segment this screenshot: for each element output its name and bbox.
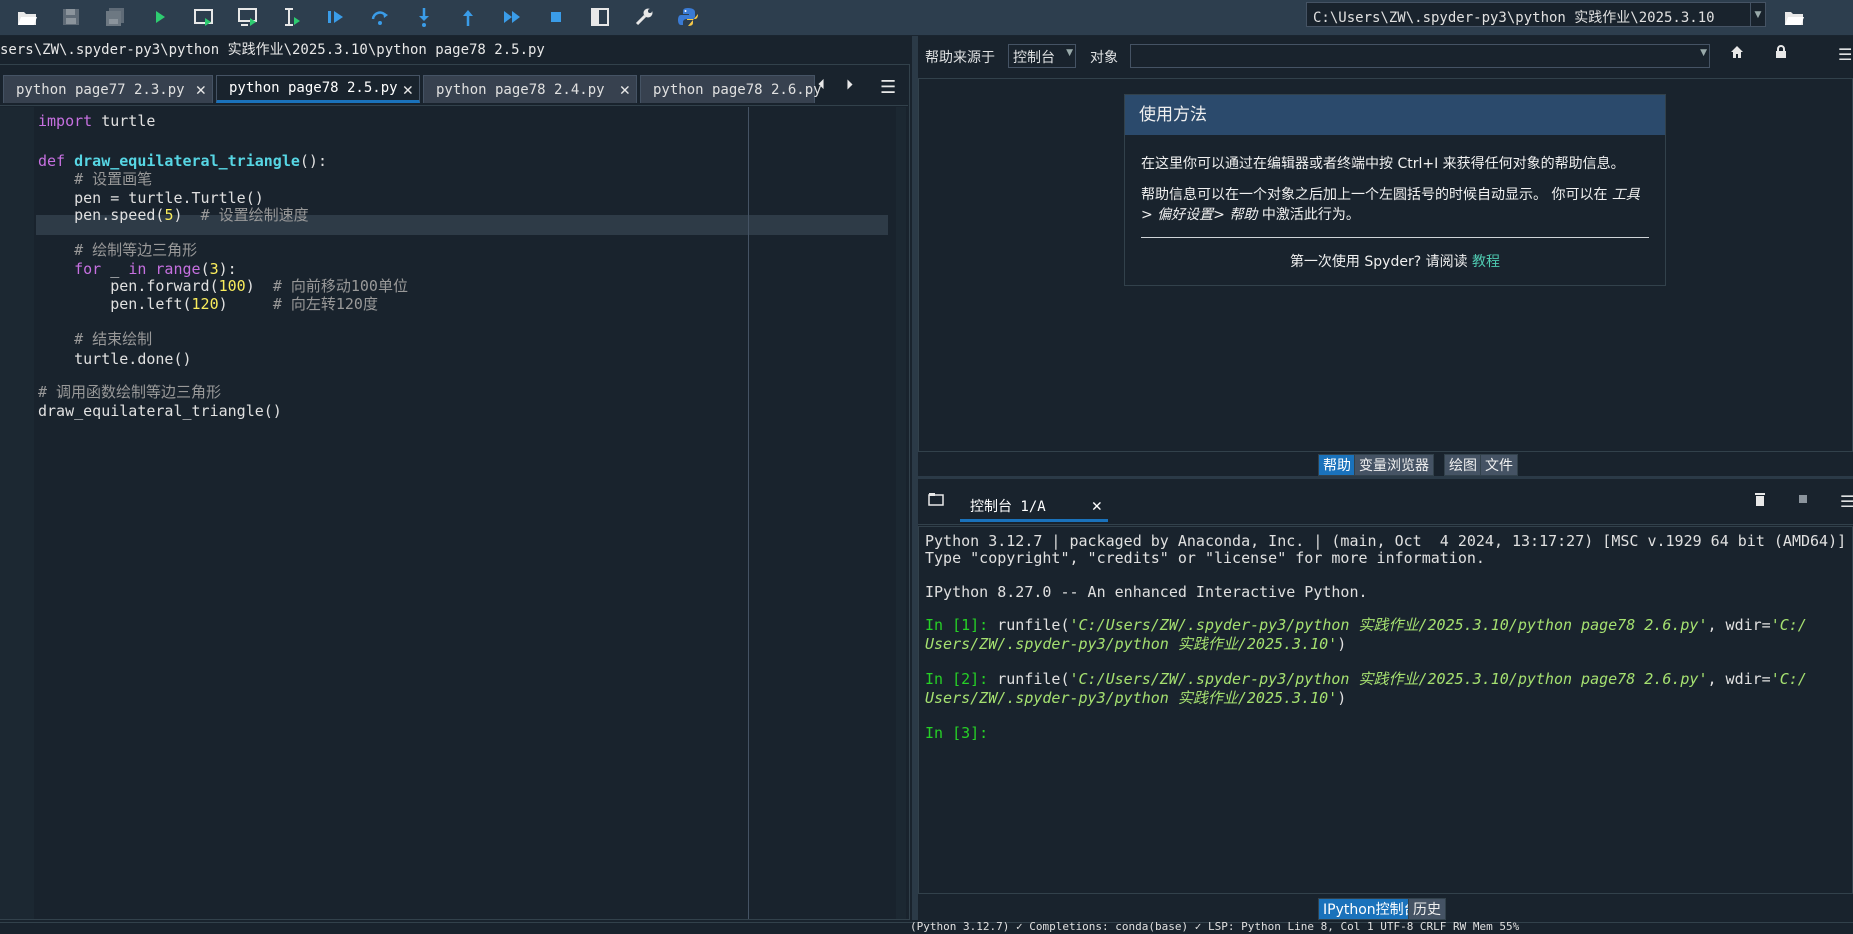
code-line: pen.left(120) # 向左转120度 bbox=[38, 295, 378, 313]
code-line: def draw_equilateral_triangle(): bbox=[38, 152, 327, 170]
console-line: Users/ZW/.spyder-py3/python 实践作业/2025.3.… bbox=[925, 689, 1347, 707]
help-content: 使用方法 在这里你可以通过在编辑器或者终端中按 Ctrl+I 来获得任何对象的帮… bbox=[918, 78, 1853, 452]
help-card-paragraph: 帮助信息可以在一个对象之后加上一个左圆括号的时候自动显示。 你可以在 工具> 偏… bbox=[1141, 187, 1640, 223]
stop-icon[interactable] bbox=[1798, 492, 1808, 508]
help-source-select[interactable]: 控制台 ▼ bbox=[1008, 44, 1076, 68]
python-path-icon[interactable] bbox=[674, 4, 702, 30]
maximize-pane-icon[interactable] bbox=[586, 4, 614, 30]
options-menu-icon[interactable]: ☰ bbox=[1838, 45, 1852, 64]
editor-pane: python page77 2.3.py ✕ python page78 2.5… bbox=[0, 64, 910, 920]
tab-menu-icon[interactable]: ☰ bbox=[880, 77, 896, 98]
tab-scroll-right-icon[interactable]: ⏵ bbox=[846, 77, 853, 93]
help-pane-tabs: 帮助 变量浏览器 绘图 文件 bbox=[918, 454, 1853, 476]
editor-tab[interactable]: python page77 2.3.py ✕ bbox=[3, 75, 213, 103]
main-toolbar: C:\Users\ZW\.spyder-py3\python 实践作业\2025… bbox=[0, 0, 1853, 36]
editor-tab-label: python page77 2.3.py bbox=[16, 81, 185, 98]
chevron-down-icon[interactable]: ▼ bbox=[1750, 3, 1765, 26]
console-line: In [1]: runfile('C:/Users/ZW/.spyder-py3… bbox=[925, 616, 1807, 634]
console-prompt-line: In [3]: bbox=[925, 724, 989, 742]
close-icon[interactable]: ✕ bbox=[620, 80, 630, 100]
browse-folder-icon[interactable] bbox=[1780, 4, 1808, 30]
trash-icon[interactable] bbox=[1754, 492, 1766, 510]
help-usage-card: 使用方法 在这里你可以通过在编辑器或者终端中按 Ctrl+I 来获得任何对象的帮… bbox=[1124, 94, 1666, 286]
code-line: import turtle bbox=[38, 112, 156, 130]
editor-tab-label: python page78 2.6.py bbox=[653, 81, 822, 98]
console-tab-label: 控制台 1/A bbox=[970, 498, 1046, 515]
code-line: pen.speed(5) # 设置绘制速度 bbox=[38, 206, 309, 224]
run-cell-advance-icon[interactable] bbox=[234, 4, 262, 30]
status-bar: (Python 3.12.7) ✓ Completions: conda(bas… bbox=[0, 920, 1853, 934]
chevron-down-icon: ▼ bbox=[1066, 48, 1073, 58]
help-source-label: 帮助来源于 bbox=[925, 50, 995, 66]
continue-icon[interactable] bbox=[498, 4, 526, 30]
lock-icon[interactable] bbox=[1774, 45, 1788, 63]
help-pane: 帮助来源于 控制台 ▼ 对象 ▼ ☰ 使用方法 在这里你可以通过在编辑器或者终端… bbox=[918, 36, 1853, 476]
help-object-label: 对象 bbox=[1090, 50, 1118, 66]
code-line: pen.forward(100) # 向前移动100单位 bbox=[38, 277, 408, 295]
open-file-icon[interactable] bbox=[13, 4, 41, 30]
console-pane-tabs: IPython控制台 历史 bbox=[918, 898, 1853, 920]
run-cell-icon[interactable] bbox=[190, 4, 218, 30]
editor-tabbar: python page77 2.3.py ✕ python page78 2.5… bbox=[0, 65, 908, 106]
code-line: # 绘制等边三角形 bbox=[38, 241, 198, 259]
tab-plots[interactable]: 绘图 bbox=[1444, 454, 1482, 476]
console-line: Type "copyright", "credits" or "license"… bbox=[925, 549, 1485, 567]
code-line: # 结束绘制 bbox=[38, 330, 153, 348]
editor-tab-label: python page78 2.4.py bbox=[436, 81, 605, 98]
step-return-icon[interactable] bbox=[454, 4, 482, 30]
close-icon[interactable]: ✕ bbox=[1092, 496, 1102, 516]
code-line: # 设置画笔 bbox=[38, 170, 153, 188]
console-tab[interactable]: 控制台 1/A ✕ bbox=[960, 492, 1108, 522]
tutorial-link[interactable]: 教程 bbox=[1472, 254, 1500, 270]
console-header: 控制台 1/A ✕ ☰ bbox=[918, 478, 1853, 525]
divider bbox=[1141, 237, 1649, 238]
tab-ipython-console[interactable]: IPython控制台 bbox=[1318, 898, 1423, 920]
working-directory-text: C:\Users\ZW\.spyder-py3\python 实践作业\2025… bbox=[1313, 10, 1715, 26]
help-object-input[interactable]: ▼ bbox=[1130, 44, 1710, 68]
close-icon[interactable]: ✕ bbox=[403, 80, 413, 100]
help-card-footer: 第一次使用 Spyder? 请阅读 教程 bbox=[1289, 254, 1501, 270]
help-card-paragraph: 在这里你可以通过在编辑器或者终端中按 Ctrl+I 来获得任何对象的帮助信息。 bbox=[1141, 156, 1625, 172]
step-icon[interactable] bbox=[366, 4, 394, 30]
editor-scrollbar[interactable] bbox=[896, 107, 906, 919]
editor-tab-label: python page78 2.5.py bbox=[229, 80, 398, 96]
help-card-title: 使用方法 bbox=[1125, 95, 1665, 135]
code-editor[interactable]: import turtle def draw_equilateral_trian… bbox=[38, 111, 908, 911]
chevron-down-icon[interactable]: ▼ bbox=[1700, 48, 1707, 58]
editor-tab-active[interactable]: python page78 2.5.py ✕ bbox=[216, 75, 420, 103]
code-line: # 调用函数绘制等边三角形 bbox=[38, 383, 222, 401]
tab-help[interactable]: 帮助 bbox=[1318, 454, 1356, 476]
ipython-console-output[interactable]: Python 3.12.7 | packaged by Anaconda, In… bbox=[918, 526, 1853, 894]
home-icon[interactable] bbox=[1730, 45, 1744, 63]
help-header: 帮助来源于 控制台 ▼ 对象 ▼ ☰ bbox=[918, 36, 1853, 76]
line-number-gutter bbox=[0, 107, 34, 919]
tab-files[interactable]: 文件 bbox=[1480, 454, 1518, 476]
console-line: IPython 8.27.0 -- An enhanced Interactiv… bbox=[925, 583, 1368, 601]
save-all-icon[interactable] bbox=[101, 4, 129, 30]
tab-scroll-left-icon[interactable]: ⏴ bbox=[818, 77, 825, 93]
editor-tab[interactable]: python page78 2.4.py ✕ bbox=[423, 75, 637, 103]
help-source-value: 控制台 bbox=[1013, 50, 1055, 66]
save-icon[interactable] bbox=[57, 4, 85, 30]
console-pane: 控制台 1/A ✕ ☰ Python 3.12.7 | packaged by … bbox=[918, 478, 1853, 920]
working-directory-combobox[interactable]: C:\Users\ZW\.spyder-py3\python 实践作业\2025… bbox=[1306, 2, 1766, 27]
browse-tabs-icon[interactable] bbox=[928, 492, 944, 510]
step-into-icon[interactable] bbox=[410, 4, 438, 30]
code-line: turtle.done() bbox=[38, 350, 192, 368]
editor-tab[interactable]: python page78 2.6.py bbox=[640, 75, 822, 103]
status-text: (Python 3.12.7) ✓ Completions: conda(bas… bbox=[910, 920, 1520, 933]
preferences-icon[interactable] bbox=[630, 4, 658, 30]
options-menu-icon[interactable]: ☰ bbox=[1840, 492, 1853, 511]
run-selection-icon[interactable] bbox=[278, 4, 306, 30]
editor-file-path: sers\ZW\.spyder-py3\python 实践作业\2025.3.1… bbox=[0, 42, 545, 58]
stop-debug-icon[interactable] bbox=[542, 4, 570, 30]
debug-icon[interactable] bbox=[322, 4, 350, 30]
tab-variable-explorer[interactable]: 变量浏览器 bbox=[1354, 454, 1434, 476]
console-line: Users/ZW/.spyder-py3/python 实践作业/2025.3.… bbox=[925, 635, 1347, 653]
console-line: In [2]: runfile('C:/Users/ZW/.spyder-py3… bbox=[925, 670, 1807, 688]
tab-history[interactable]: 历史 bbox=[1408, 898, 1446, 920]
run-icon[interactable] bbox=[146, 4, 174, 30]
close-icon[interactable]: ✕ bbox=[196, 80, 206, 100]
code-line: draw_equilateral_triangle() bbox=[38, 402, 282, 420]
